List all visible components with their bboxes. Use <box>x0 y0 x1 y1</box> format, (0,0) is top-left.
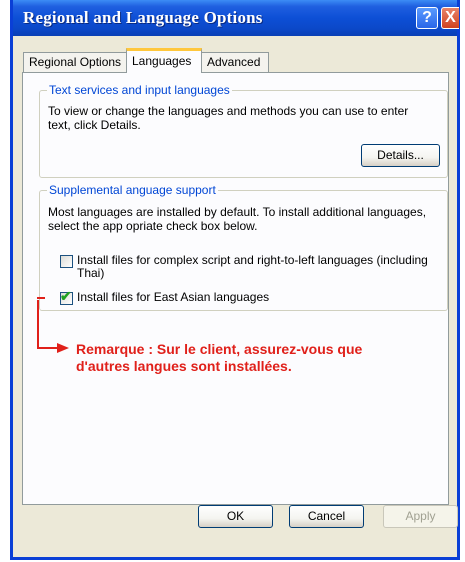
annotation-remark-line2: d'autres langues sont installées. <box>76 358 292 374</box>
apply-button: Apply <box>383 505 458 528</box>
text-services-description: To view or change the languages and meth… <box>48 104 408 132</box>
help-button[interactable]: ? <box>416 7 438 29</box>
east-asian-checkbox[interactable]: ✔ <box>60 288 73 305</box>
close-button[interactable]: X <box>441 7 459 29</box>
annotation-arrow-top <box>37 297 45 299</box>
annotation-remark-line1: Remarque : Sur le client, assurez-vous q… <box>76 341 363 357</box>
complex-script-label-line1: Install files for complex script and rig… <box>77 253 428 267</box>
question-icon: ? <box>422 9 432 26</box>
supplemental-legend: Supplemental anguage support <box>47 183 218 197</box>
checkmark-icon: ✔ <box>60 288 72 304</box>
complex-script-label: Install files for complex script and rig… <box>77 254 428 280</box>
complex-script-label-line2: Thai) <box>77 266 105 280</box>
tab-advanced[interactable]: Advanced <box>201 52 269 72</box>
tab-strip: Regional Options Languages Advanced <box>13 48 457 73</box>
close-icon: X <box>445 9 456 26</box>
annotation-arrow-line <box>37 300 39 349</box>
title-bar[interactable]: Regional and Language Options ? X <box>13 0 459 36</box>
annotation-remark: Remarque : Sur le client, assurez-vous q… <box>76 341 362 375</box>
supplemental-language-group: Supplemental anguage support Most langua… <box>39 183 448 311</box>
details-button[interactable]: Details... <box>361 144 440 167</box>
annotation-arrow-shaft <box>37 347 59 349</box>
supplemental-description: Most languages are installed by default.… <box>48 205 426 233</box>
text-services-description-line1: To view or change the languages and meth… <box>48 104 409 118</box>
ok-button[interactable]: OK <box>198 505 273 528</box>
text-services-description-line2: text, click Details. <box>48 118 141 132</box>
annotation-arrow-icon <box>57 343 69 353</box>
tab-languages[interactable]: Languages <box>126 48 202 73</box>
text-services-legend: Text services and input languages <box>47 83 232 97</box>
cancel-button[interactable]: Cancel <box>289 505 364 528</box>
east-asian-label: Install files for East Asian languages <box>77 290 270 304</box>
dialog-window: Regional and Language Options ? X Region… <box>10 0 460 560</box>
complex-script-checkbox[interactable] <box>60 255 73 268</box>
languages-panel: Text services and input languages To vie… <box>22 72 449 505</box>
supplemental-description-line1: Most languages are installed by default.… <box>48 205 427 219</box>
window-title: Regional and Language Options <box>23 8 263 27</box>
text-services-group: Text services and input languages To vie… <box>39 83 448 178</box>
tab-regional-options[interactable]: Regional Options <box>23 52 128 72</box>
supplemental-description-line2: select the app opriate check box below. <box>48 219 258 233</box>
